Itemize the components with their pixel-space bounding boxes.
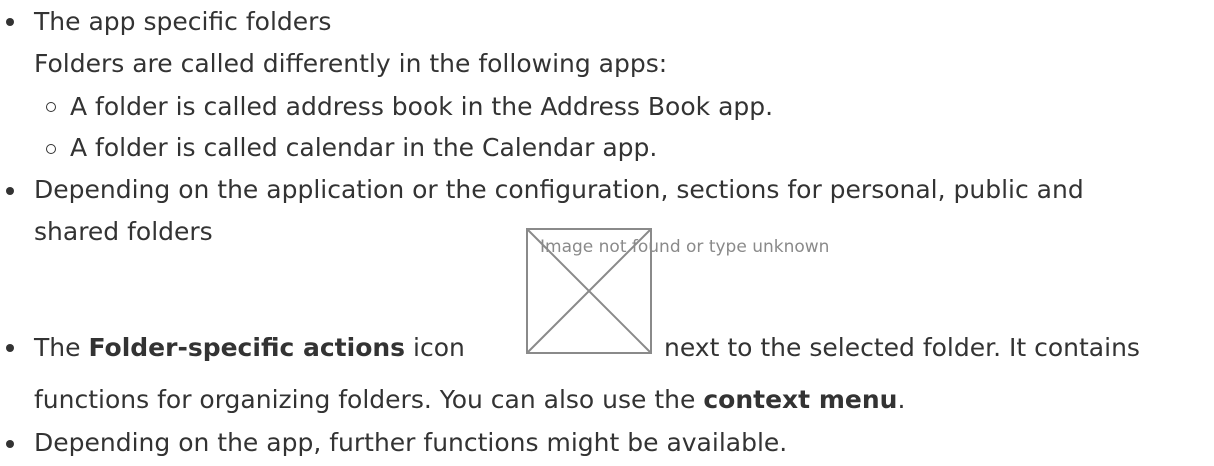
list-item-note: Folders are called differently in the fo… xyxy=(34,49,668,78)
list-item-folder-actions-continued: functions for organizing folders. You ca… xyxy=(34,382,905,418)
sub-list-bullet xyxy=(46,102,56,112)
sub-list-bullet xyxy=(46,144,56,154)
sub-list-item-calendar: A folder is called calendar in the Calen… xyxy=(70,133,658,162)
broken-image-caption: Image not found or type unknown xyxy=(540,237,830,257)
list-item-sections-continued: shared folders xyxy=(34,217,213,246)
text-line2-prefix: functions for organizing folders. You ca… xyxy=(34,385,704,414)
list-bullet xyxy=(6,440,14,448)
text-line2-suffix: . xyxy=(897,385,906,414)
list-bullet xyxy=(6,187,14,195)
list-item-further-functions: Depending on the app, further functions … xyxy=(34,428,788,457)
list-item-sections: Depending on the application or the conf… xyxy=(34,175,1084,204)
sub-list-item-address-book: A folder is called address book in the A… xyxy=(70,92,774,121)
list-item-folder-actions: The Folder-specific actions icon xyxy=(34,330,465,366)
list-item-app-folders: The app specific folders xyxy=(34,7,332,36)
text-prefix: The xyxy=(34,333,89,362)
list-bullet xyxy=(6,344,14,352)
folder-specific-actions-term: Folder-specific actions xyxy=(88,333,406,362)
text-mid: icon xyxy=(405,333,465,362)
list-item-folder-actions-after-icon: next to the selected folder. It contains xyxy=(664,333,1140,362)
context-menu-term: context menu xyxy=(703,385,898,414)
list-bullet xyxy=(6,18,14,26)
